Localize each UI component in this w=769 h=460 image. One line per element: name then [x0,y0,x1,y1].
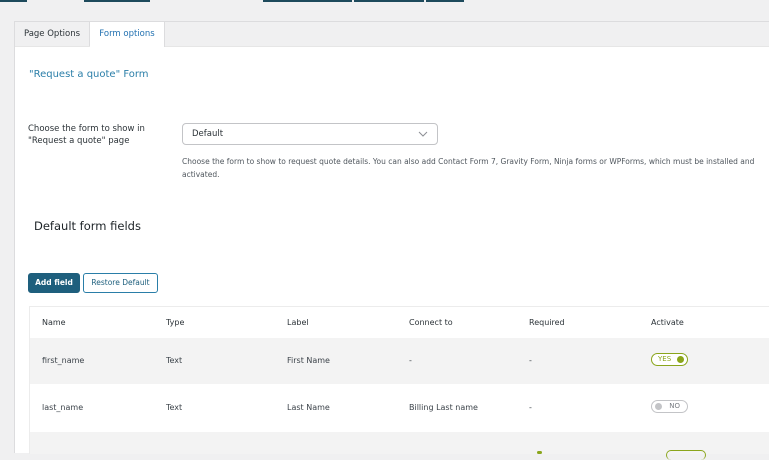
field-required: - [529,356,532,365]
toggle-label: NO [669,402,680,410]
field-name: last_name [42,403,84,412]
section-title: Default form fields [34,219,141,233]
field-connect: - [409,356,412,365]
column-header-label: Label [287,318,309,327]
column-header-name: Name [42,318,66,327]
field-required: - [529,403,532,412]
field-type: Text [166,356,183,365]
top-tab-segment[interactable] [354,0,424,2]
toggle-label: YES [658,355,672,363]
column-header-type: Type [166,318,185,327]
required-indicator [537,451,542,454]
field-label: First Name [287,356,330,365]
field-label: Last Name [287,403,330,412]
top-tab-segment[interactable] [84,0,150,2]
table-row[interactable] [30,432,769,460]
form-select[interactable]: Default [182,123,438,145]
field-name: first_name [42,356,85,365]
form-select-help: Choose the form to show to request quote… [182,157,755,179]
top-tab-segment[interactable] [263,0,352,2]
column-header-activate: Activate [651,318,684,327]
add-field-button[interactable]: Add field [28,273,80,293]
field-connect: Billing Last name [409,403,478,412]
tab-page-options[interactable]: Page Options [15,22,90,46]
form-select-label: Choose the form to show in "Request a qu… [28,124,145,146]
tab-bar: Page Options Form options [15,22,769,47]
column-header-connect: Connect to [409,318,453,327]
tab-form-options[interactable]: Form options [90,22,165,47]
fields-table: Name Type Label Connect to Required Acti… [29,306,769,460]
toggle-knob [677,356,684,363]
form-title: "Request a quote" Form [29,69,149,80]
column-header-required: Required [529,318,565,327]
table-row[interactable]: last_name Text Last Name Billing Last na… [30,385,769,431]
activate-toggle[interactable]: YES [651,353,688,366]
top-tab-segment[interactable] [426,0,464,2]
settings-panel: Page Options Form options "Request a quo… [14,21,769,460]
top-strip [0,0,769,4]
restore-default-button[interactable]: Restore Default [83,273,158,293]
chevron-down-icon [418,131,428,137]
table-row[interactable]: first_name Text First Name - - YES [30,338,769,384]
form-select-value: Default [192,129,224,139]
table-header-row: Name Type Label Connect to Required Acti… [30,307,769,337]
activate-toggle[interactable]: NO [651,400,688,413]
field-type: Text [166,403,183,412]
toggle-knob [655,403,662,410]
top-tab-segment[interactable] [0,0,27,2]
